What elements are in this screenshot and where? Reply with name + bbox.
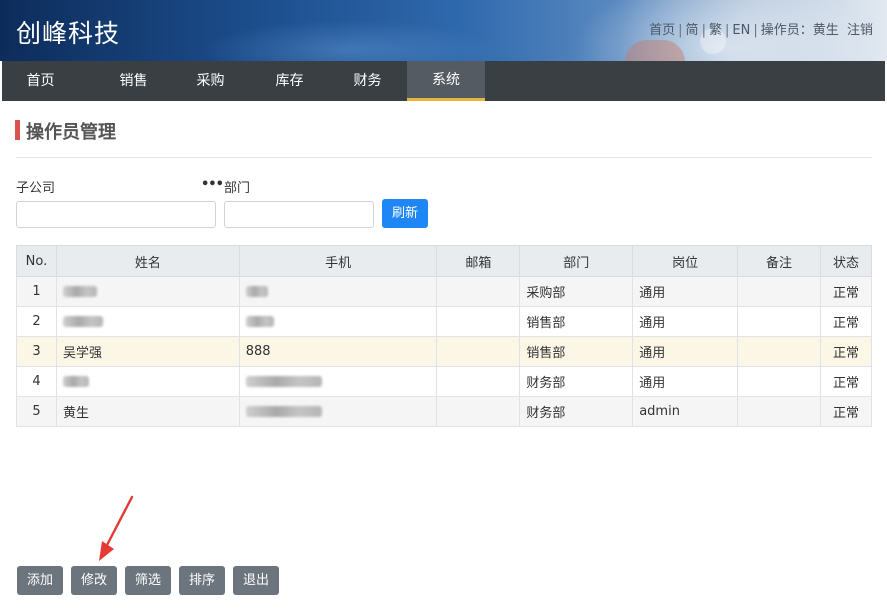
company-input[interactable] <box>16 201 216 228</box>
table-header-row: No. 姓名 手机 邮箱 部门 岗位 备注 状态 <box>16 245 873 277</box>
page-title: 操作员管理 <box>26 122 116 143</box>
department-cell: 财务部 <box>519 366 634 397</box>
nav-item-home[interactable]: 首页 <box>2 61 79 101</box>
exit-button[interactable]: 退出 <box>233 566 279 595</box>
redacted-name <box>62 316 103 327</box>
email-cell <box>436 396 521 427</box>
status-cell: 正常 <box>819 396 873 427</box>
name-cell <box>55 366 240 397</box>
phone-cell <box>238 396 438 427</box>
email-cell <box>436 306 521 337</box>
traditional-chinese-link[interactable]: 繁 <box>709 19 722 38</box>
column-header-no[interactable]: No. <box>16 245 57 277</box>
title-marker <box>15 120 20 140</box>
edit-button[interactable]: 修改 <box>71 566 117 595</box>
banner-decoration <box>200 20 500 61</box>
note-cell <box>737 366 821 397</box>
nav-item-sales[interactable]: 销售 <box>95 61 172 101</box>
column-header-name[interactable]: 姓名 <box>55 245 240 277</box>
note-cell <box>737 276 821 307</box>
add-button[interactable]: 添加 <box>17 566 63 595</box>
post-cell: 通用 <box>632 336 739 367</box>
column-header-email[interactable]: 邮箱 <box>436 245 521 277</box>
table-row[interactable]: 3 吴学强 888 销售部 通用 正常 <box>16 336 873 367</box>
name-cell <box>55 306 240 337</box>
row-number: 4 <box>16 366 57 397</box>
post-cell: 通用 <box>632 306 739 337</box>
status-cell: 正常 <box>819 336 873 367</box>
english-link[interactable]: EN <box>732 23 750 38</box>
nav-item-finance[interactable]: 财务 <box>329 61 406 101</box>
logout-link[interactable]: 注销 <box>847 19 873 38</box>
redacted-phone <box>245 316 274 327</box>
table-row[interactable]: 1 采购部 通用 正常 <box>16 276 873 307</box>
row-number: 2 <box>16 306 57 337</box>
main-nav: 首页 销售 采购 库存 财务 系统 <box>2 61 885 101</box>
more-options-icon[interactable]: ••• <box>201 177 224 192</box>
department-cell: 采购部 <box>519 276 634 307</box>
table-row[interactable]: 2 销售部 通用 正常 <box>16 306 873 337</box>
row-number: 5 <box>16 396 57 427</box>
department-label: 部门 <box>224 181 251 196</box>
brand-logo-text: 创峰科技 <box>16 19 121 48</box>
redacted-name <box>62 376 89 387</box>
post-cell: admin <box>632 396 739 427</box>
top-links: 首页 | 简 | 繁 | EN | 操作员：黄生 注销 <box>649 19 873 38</box>
operator-table: No. 姓名 手机 邮箱 部门 岗位 备注 状态 1 采购部 通用 正常 2 销… <box>16 245 873 427</box>
status-cell: 正常 <box>819 276 873 307</box>
email-cell <box>436 366 521 397</box>
department-cell: 销售部 <box>519 306 634 337</box>
post-cell: 通用 <box>632 366 739 397</box>
sort-button[interactable]: 排序 <box>179 566 225 595</box>
home-link[interactable]: 首页 <box>649 19 675 38</box>
name-cell <box>55 276 240 307</box>
status-cell: 正常 <box>819 366 873 397</box>
table-row[interactable]: 5 黄生 财务部 admin 正常 <box>16 396 873 427</box>
post-cell: 通用 <box>632 276 739 307</box>
operator-name: 操作员：黄生 <box>760 23 839 38</box>
status-cell: 正常 <box>819 306 873 337</box>
row-number: 3 <box>16 336 57 367</box>
row-number: 1 <box>16 276 57 307</box>
redacted-phone <box>245 376 322 387</box>
phone-cell <box>238 366 438 397</box>
column-header-status[interactable]: 状态 <box>819 245 873 277</box>
nav-item-system[interactable]: 系统 <box>407 61 485 101</box>
department-input[interactable] <box>224 201 374 228</box>
phone-cell <box>238 276 438 307</box>
simplified-chinese-link[interactable]: 简 <box>686 19 699 38</box>
redacted-phone <box>245 286 268 297</box>
column-header-department[interactable]: 部门 <box>519 245 634 277</box>
redacted-name <box>62 286 97 297</box>
name-cell: 黄生 <box>55 396 240 427</box>
phone-cell <box>238 306 438 337</box>
note-cell <box>737 306 821 337</box>
department-cell: 财务部 <box>519 396 634 427</box>
email-cell <box>436 336 521 367</box>
column-header-phone[interactable]: 手机 <box>238 245 438 277</box>
department-cell: 销售部 <box>519 336 634 367</box>
red-arrow-annotation-icon <box>99 495 134 561</box>
column-header-note[interactable]: 备注 <box>737 245 821 277</box>
redacted-phone <box>245 406 322 417</box>
email-cell <box>436 276 521 307</box>
note-cell <box>737 396 821 427</box>
name-cell: 吴学强 <box>55 336 240 367</box>
phone-cell: 888 <box>238 336 438 367</box>
divider <box>16 157 872 158</box>
operator-management-page: 创峰科技 首页 | 简 | 繁 | EN | 操作员：黄生 注销 首页 销售 采购 库存 财务 … <box>0 0 887 609</box>
note-cell <box>737 336 821 367</box>
refresh-button[interactable]: 刷新 <box>382 199 428 228</box>
table-row[interactable]: 4 财务部 通用 正常 <box>16 366 873 397</box>
column-header-post[interactable]: 岗位 <box>632 245 739 277</box>
nav-item-purchase[interactable]: 采购 <box>172 61 249 101</box>
nav-item-inventory[interactable]: 库存 <box>251 61 328 101</box>
company-label: 子公司 <box>16 181 56 196</box>
header-banner: 创峰科技 首页 | 简 | 繁 | EN | 操作员：黄生 注销 <box>0 0 887 61</box>
filter-button[interactable]: 筛选 <box>125 566 171 595</box>
